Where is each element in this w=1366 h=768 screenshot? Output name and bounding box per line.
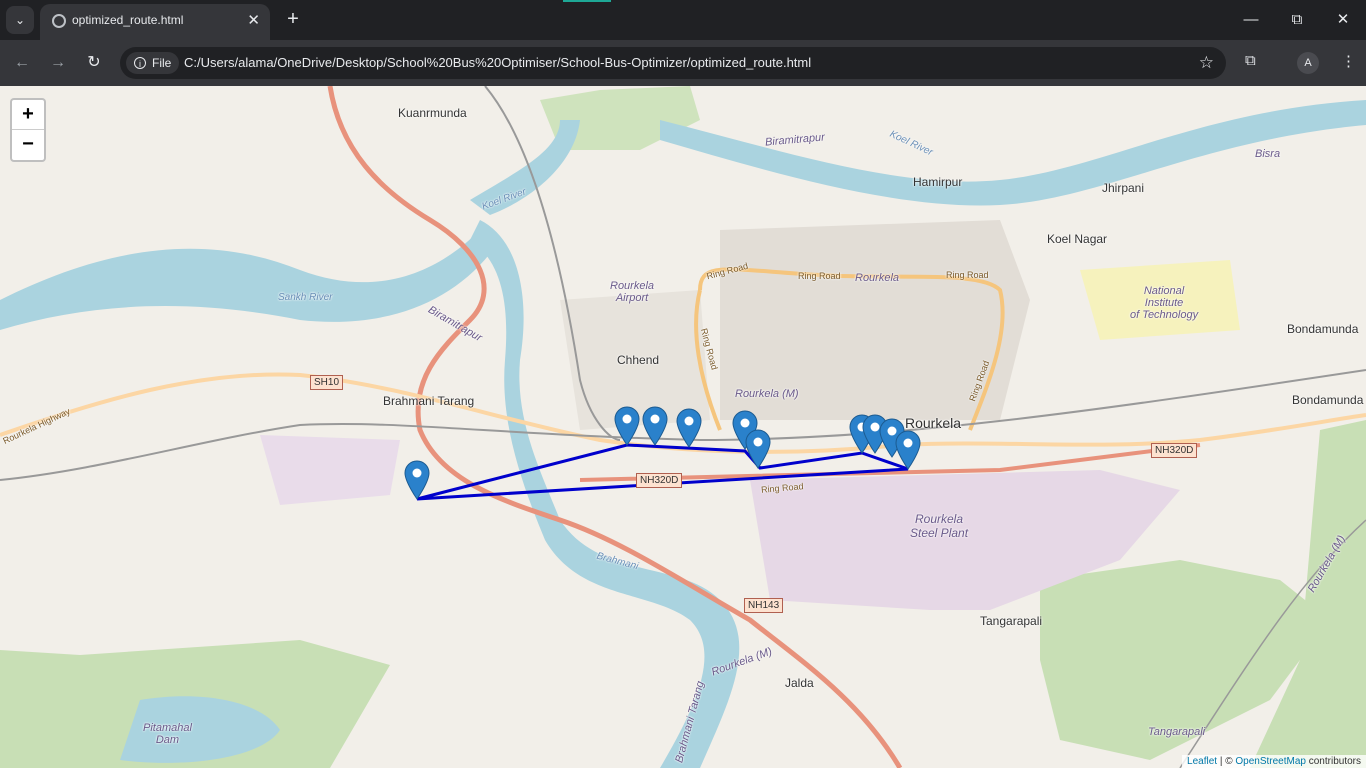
label-brahmani-tarang: Brahmani Tarang bbox=[383, 394, 475, 408]
route-marker-6[interactable] bbox=[745, 429, 771, 469]
site-info-chip[interactable]: i File bbox=[126, 52, 180, 74]
label-rourkela: Rourkela bbox=[905, 415, 962, 431]
attribution-contributors: contributors bbox=[1308, 756, 1361, 767]
address-bar[interactable]: i File C:/Users/alama/OneDrive/Desktop/S… bbox=[120, 47, 1226, 79]
map-attribution: Leaflet | © OpenStreetMap contributors bbox=[1182, 755, 1366, 768]
osm-link[interactable]: OpenStreetMap bbox=[1235, 756, 1306, 767]
menu-icon[interactable]: ⋮ bbox=[1341, 52, 1356, 70]
restore-icon[interactable]: ⧉ bbox=[1285, 8, 1309, 32]
tab-bar: ⌄ optimized_route.html ✕ + — ⧉ ✕ bbox=[0, 0, 1366, 40]
route-marker-1[interactable] bbox=[404, 460, 430, 500]
new-tab-icon[interactable]: + bbox=[282, 8, 304, 30]
shield-sh10: SH10 bbox=[310, 375, 344, 390]
label-ring-road-2: Ring Road bbox=[798, 271, 841, 281]
label-rourkela-airport: Rourkela Airport bbox=[610, 280, 655, 304]
industrial-west bbox=[260, 435, 400, 505]
label-bisra: Bisra bbox=[1255, 148, 1281, 160]
site-info-label: File bbox=[152, 56, 172, 70]
label-rourkela-italic: Rourkela bbox=[855, 272, 900, 284]
label-nit: National Institute of Technology bbox=[1130, 285, 1199, 321]
route-marker-3[interactable] bbox=[642, 406, 668, 446]
route-marker-2[interactable] bbox=[614, 406, 640, 446]
shield-nh143: NH143 bbox=[744, 598, 784, 613]
shield-nh320d-2: NH320D bbox=[1151, 443, 1198, 458]
close-tab-icon[interactable]: ✕ bbox=[247, 11, 260, 29]
globe-icon bbox=[52, 14, 66, 28]
tab-active[interactable]: optimized_route.html ✕ bbox=[40, 4, 270, 40]
label-chhend: Chhend bbox=[617, 353, 660, 367]
attribution-separator: | © bbox=[1219, 756, 1233, 767]
sankh-river bbox=[0, 230, 500, 330]
label-jalda: Jalda bbox=[785, 676, 814, 690]
label-ring-road-3: Ring Road bbox=[946, 270, 989, 280]
forward-icon[interactable]: → bbox=[47, 52, 69, 74]
tab-search-icon[interactable]: ⌄ bbox=[6, 6, 34, 34]
minimize-icon[interactable]: — bbox=[1239, 8, 1263, 32]
back-icon[interactable]: ← bbox=[11, 52, 33, 74]
url-text[interactable]: C:/Users/alama/OneDrive/Desktop/School%2… bbox=[184, 55, 811, 70]
label-pitamahal-dam: Pitamahal Dam bbox=[143, 722, 192, 746]
map-container[interactable]: Kuanrmunda Hamirpur Jhirpani Koel Nagar … bbox=[0, 86, 1366, 768]
reload-icon[interactable]: ↻ bbox=[83, 52, 105, 74]
label-hamirpur: Hamirpur bbox=[913, 175, 963, 189]
tab-accent-bar bbox=[563, 0, 611, 2]
route-marker-4[interactable] bbox=[676, 408, 702, 448]
tab-title: optimized_route.html bbox=[72, 13, 184, 27]
leaflet-link[interactable]: Leaflet bbox=[1187, 756, 1217, 767]
label-tangarapali: Tangarapali bbox=[980, 614, 1043, 628]
zoom-out-button[interactable]: − bbox=[12, 130, 44, 159]
toolbar: ← → ↻ i File C:/Users/alama/OneDrive/Des… bbox=[0, 40, 1366, 86]
label-bondamunda-1: Bondamunda bbox=[1287, 322, 1359, 336]
label-tangarapali-italic: Tangarapali bbox=[1148, 726, 1206, 738]
zoom-in-button[interactable]: + bbox=[12, 100, 44, 130]
info-icon: i bbox=[134, 57, 146, 69]
browser-window: ⌄ optimized_route.html ✕ + — ⧉ ✕ ← → ↻ i… bbox=[0, 0, 1366, 768]
profile-avatar[interactable]: A bbox=[1297, 52, 1319, 74]
bookmark-star-icon[interactable]: ☆ bbox=[1199, 53, 1214, 73]
label-bondamunda-2: Bondamunda bbox=[1292, 393, 1364, 407]
label-koel-nagar: Koel Nagar bbox=[1047, 232, 1108, 246]
label-sankh-river: Sankh River bbox=[278, 292, 333, 303]
route-marker-10[interactable] bbox=[895, 430, 921, 470]
label-kuanrmunda: Kuanrmunda bbox=[398, 106, 467, 120]
shield-nh320d-1: NH320D bbox=[636, 473, 683, 488]
label-rourkela-m-1: Rourkela (M) bbox=[735, 388, 799, 400]
zoom-control: + − bbox=[10, 98, 46, 162]
extensions-icon[interactable]: ⧉ bbox=[1245, 52, 1256, 69]
close-window-icon[interactable]: ✕ bbox=[1331, 8, 1355, 32]
label-steel-plant: Rourkela Steel Plant bbox=[910, 512, 969, 540]
label-jhirpani: Jhirpani bbox=[1102, 181, 1145, 195]
